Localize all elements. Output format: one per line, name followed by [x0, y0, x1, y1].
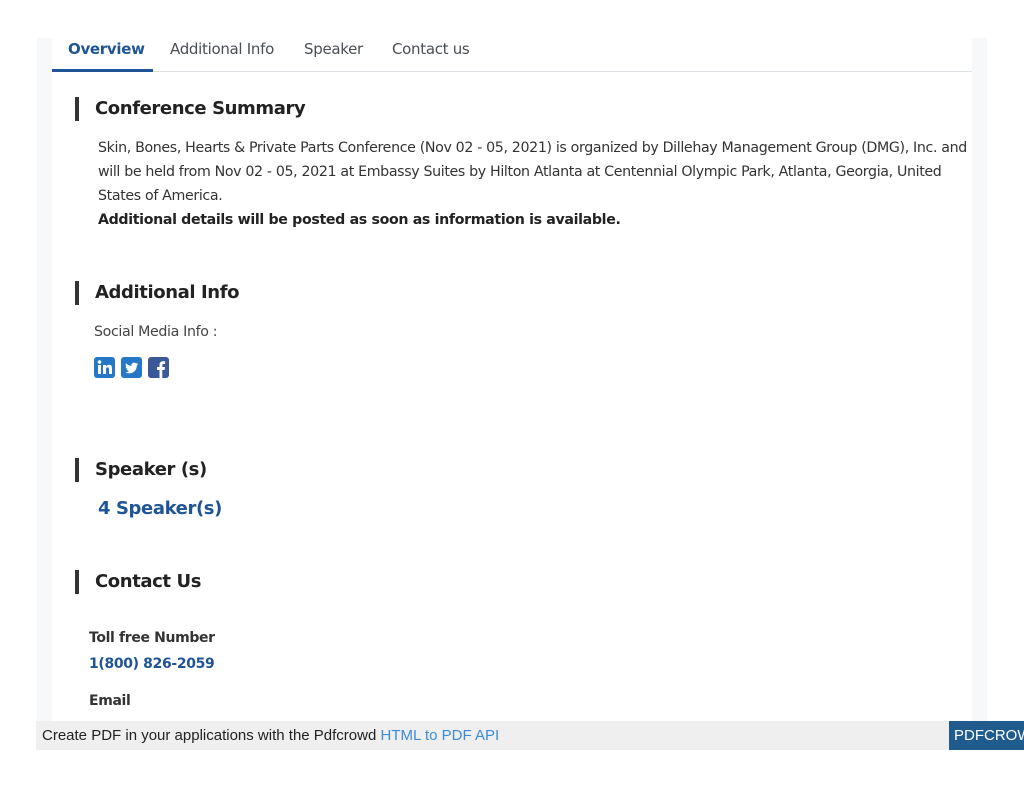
email-label: Email — [89, 693, 131, 709]
pdf-footer-bar: Create PDF in your applications with the… — [36, 721, 1024, 750]
conference-summary: Skin, Bones, Hearts & Private Parts Conf… — [98, 136, 968, 232]
content-card: Overview Additional Info Speaker Contact… — [37, 38, 987, 721]
facebook-icon[interactable] — [148, 357, 169, 378]
active-tab-indicator — [52, 69, 153, 72]
summary-note: Additional details will be posted as soo… — [98, 212, 621, 228]
tab-overview[interactable]: Overview — [68, 40, 145, 58]
tab-contact-us[interactable]: Contact us — [392, 40, 470, 58]
html-to-pdf-api-link[interactable]: HTML to PDF API — [381, 727, 500, 744]
speakers-heading: Speaker (s) — [75, 458, 207, 482]
toll-free-number-link[interactable]: 1(800) 826-2059 — [89, 656, 215, 672]
twitter-icon[interactable] — [121, 357, 142, 378]
pdfcrowd-brand-button[interactable]: PDFCROWD — [949, 721, 1024, 750]
footer-text: Create PDF in your applications with the… — [42, 727, 499, 744]
summary-text: Skin, Bones, Hearts & Private Parts Conf… — [98, 140, 967, 204]
footer-message: Create PDF in your applications with the… — [42, 727, 377, 744]
toll-free-label: Toll free Number — [89, 630, 215, 646]
speakers-count-link[interactable]: 4 Speaker(s) — [98, 498, 222, 519]
contact-us-heading: Contact Us — [75, 570, 201, 594]
conference-summary-heading: Conference Summary — [75, 97, 306, 121]
additional-info-heading: Additional Info — [75, 281, 240, 305]
tab-bar: Overview Additional Info Speaker Contact… — [52, 38, 972, 72]
content-panel: Overview Additional Info Speaker Contact… — [52, 38, 972, 721]
tab-speaker[interactable]: Speaker — [304, 40, 363, 58]
social-media-label: Social Media Info : — [94, 324, 218, 340]
linkedin-icon[interactable] — [94, 357, 115, 378]
tab-additional-info[interactable]: Additional Info — [170, 40, 274, 58]
